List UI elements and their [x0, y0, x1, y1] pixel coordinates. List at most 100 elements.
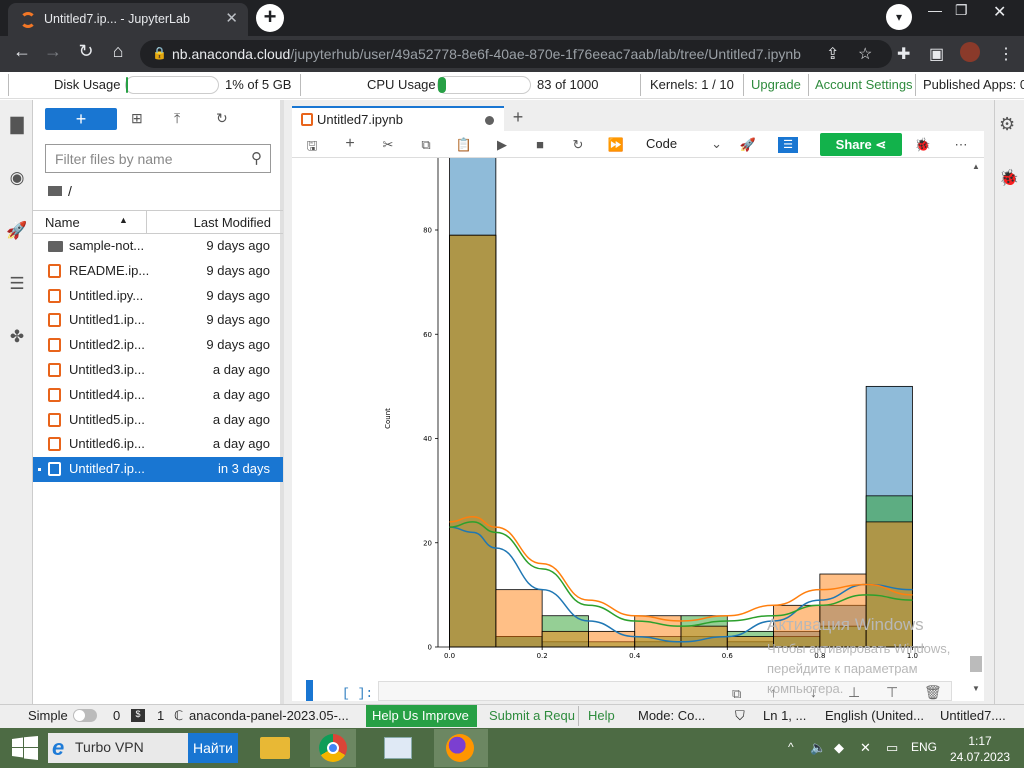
duplicate-cell-icon[interactable]: ⧉ [732, 686, 741, 702]
debugger-bug-icon[interactable]: 🐞 [913, 137, 933, 153]
shield-icon[interactable]: ⛉ [735, 708, 745, 724]
browser-menu-icon[interactable]: ⋮ [998, 44, 1014, 64]
scroll-up-icon[interactable]: ▲ [972, 162, 980, 171]
submit-request-link[interactable]: Submit a Requ [489, 708, 575, 723]
home-icon[interactable]: ⌂ [105, 41, 131, 62]
more-options-icon[interactable]: ⋯ [951, 137, 971, 153]
close-window-icon[interactable]: ✕ [993, 2, 1006, 22]
notebook-mode[interactable]: Mode: Co... [638, 708, 705, 723]
share-button[interactable]: Share ⋖ [820, 133, 902, 156]
cell-type-select[interactable]: Code ⌄ [646, 136, 724, 154]
browser-tab[interactable]: Untitled7.ip... - JupyterLab ✕ [8, 3, 248, 36]
stop-kernel-icon[interactable]: ■ [530, 137, 550, 152]
profile-avatar[interactable] [960, 42, 980, 62]
folder-icon[interactable]: ▇ [6, 115, 28, 137]
show-hidden-icons-icon[interactable]: ^ [788, 740, 794, 754]
new-tab-button[interactable]: + [256, 4, 284, 32]
sort-ascending-icon[interactable]: ▲ [119, 215, 128, 225]
published-apps-link[interactable]: Published Apps: 0 [923, 77, 1024, 92]
share-page-icon[interactable]: ⇪ [826, 44, 839, 64]
rocket-icon[interactable]: 🚀 [6, 221, 28, 243]
paste-icon[interactable]: 📋 [454, 137, 474, 153]
system-clock[interactable]: 1:17 24.07.2023 [950, 733, 1010, 765]
file-list-item[interactable]: Untitled5.ip... a day ago [33, 408, 283, 433]
kernel-count[interactable]: 1 [157, 708, 164, 723]
terminal-count[interactable]: 0 [113, 708, 120, 723]
file-list-item[interactable]: sample-not... 9 days ago [33, 234, 283, 259]
reload-icon[interactable]: ↻ [73, 41, 99, 62]
address-bar[interactable]: 🔒 nb.anaconda.cloud/jupyterhub/user/49a5… [140, 40, 892, 68]
restart-kernel-icon[interactable]: ↻ [568, 137, 588, 153]
kernel-icon[interactable]: ℂ [174, 708, 183, 724]
input-language-indicator[interactable]: ENG [911, 740, 937, 754]
taskbar-search-box[interactable]: e Turbo VPN [48, 733, 188, 763]
extensions-icon[interactable]: ✚ [897, 44, 910, 64]
launch-rocket-icon[interactable]: 🚀 [738, 137, 758, 153]
file-list-item[interactable]: Untitled6.ip... a day ago [33, 432, 283, 457]
back-icon[interactable]: ← [9, 41, 35, 62]
file-explorer-taskbar-icon[interactable] [252, 729, 298, 767]
file-list-item[interactable]: Untitled2.ip... 9 days ago [33, 333, 283, 358]
terminal-icon[interactable]: $ [131, 709, 145, 722]
scroll-down-icon[interactable]: ▼ [972, 684, 980, 693]
firefox-taskbar-icon[interactable] [434, 729, 488, 767]
simple-mode-toggle[interactable] [73, 709, 97, 722]
extensions-puzzle-icon[interactable]: ✤ [6, 327, 28, 349]
refresh-icon[interactable]: ↻ [216, 110, 228, 127]
column-name-header[interactable]: Name [45, 215, 80, 230]
bookmark-star-icon[interactable]: ☆ [858, 44, 872, 64]
debugger-bug-icon[interactable]: 🐞 [999, 168, 1019, 188]
new-launcher-button[interactable]: + [45, 108, 117, 130]
account-settings-link[interactable]: Account Settings [815, 77, 913, 92]
language-setting[interactable]: English (United... [825, 708, 924, 723]
run-cell-icon[interactable]: ▶ [492, 137, 512, 153]
display-icon[interactable]: ▭ [886, 740, 898, 756]
file-list-item[interactable]: Untitled7.ip... in 3 days [33, 457, 283, 482]
upload-icon[interactable]: ⤒ [174, 110, 180, 127]
insert-cell-icon[interactable]: + [340, 135, 360, 153]
notebook-scrollbar[interactable]: ▲ ▼ [968, 158, 984, 701]
volume-icon[interactable]: 🔈 [810, 740, 826, 756]
windows-start-icon[interactable] [12, 736, 38, 760]
file-list-item[interactable]: Untitled.ipy... 9 days ago [33, 284, 283, 309]
filter-files-input[interactable]: Filter files by name ⚲ [45, 144, 271, 173]
table-of-contents-icon[interactable]: ☰ [6, 274, 28, 296]
help-link[interactable]: Help [588, 708, 615, 723]
new-folder-icon[interactable]: ⊞ [131, 110, 143, 127]
new-launcher-tab-button[interactable]: + [506, 106, 530, 130]
find-button[interactable]: Найти [188, 733, 238, 763]
forward-icon[interactable]: → [40, 41, 66, 62]
tab-search-button[interactable]: ▾ [886, 4, 912, 30]
file-list-item[interactable]: Untitled1.ip... 9 days ago [33, 308, 283, 333]
breadcrumb[interactable]: / [48, 183, 72, 199]
running-kernels-icon[interactable]: ◉ [6, 168, 28, 190]
copy-icon[interactable]: ⧉ [416, 137, 436, 153]
activation-watermark-line: Чтобы активировать Windows, [767, 641, 951, 656]
file-list-item[interactable]: README.ip... 9 days ago [33, 259, 283, 284]
help-improve-button[interactable]: Help Us Improve [366, 705, 477, 727]
scroll-thumb[interactable] [970, 656, 982, 672]
restore-window-icon[interactable]: ❐ [955, 2, 968, 19]
property-inspector-gear-icon[interactable]: ⚙ [999, 114, 1015, 135]
activation-watermark-line: компьютера. [767, 681, 844, 696]
upgrade-link[interactable]: Upgrade [751, 77, 801, 92]
task-manager-taskbar-icon[interactable] [375, 729, 421, 767]
network-icon[interactable]: ✕ [860, 740, 871, 756]
y-tick-label: 60 [423, 331, 432, 339]
column-modified-header[interactable]: Last Modified [194, 215, 271, 230]
cursor-position[interactable]: Ln 1, ... [763, 708, 806, 723]
file-list-item[interactable]: Untitled3.ip... a day ago [33, 358, 283, 383]
close-tab-icon[interactable]: ✕ [225, 9, 238, 27]
unsaved-indicator-icon[interactable] [485, 116, 494, 125]
notebook-tab[interactable]: Untitled7.ipynb [292, 106, 504, 131]
side-panel-icon[interactable]: ▣ [929, 44, 944, 64]
panel-icon[interactable]: ☰ [778, 137, 798, 153]
run-all-icon[interactable]: ⏩ [606, 137, 626, 153]
file-list-item[interactable]: Untitled4.ip... a day ago [33, 383, 283, 408]
minimize-window-icon[interactable]: — [928, 2, 942, 18]
chrome-taskbar-icon[interactable] [310, 729, 356, 767]
vpn-tray-icon[interactable]: ◆ [834, 740, 844, 756]
environment-name[interactable]: anaconda-panel-2023.05-... [189, 708, 349, 723]
save-icon[interactable]: 🖫 [302, 137, 322, 159]
cut-icon[interactable]: ✂ [378, 137, 398, 153]
